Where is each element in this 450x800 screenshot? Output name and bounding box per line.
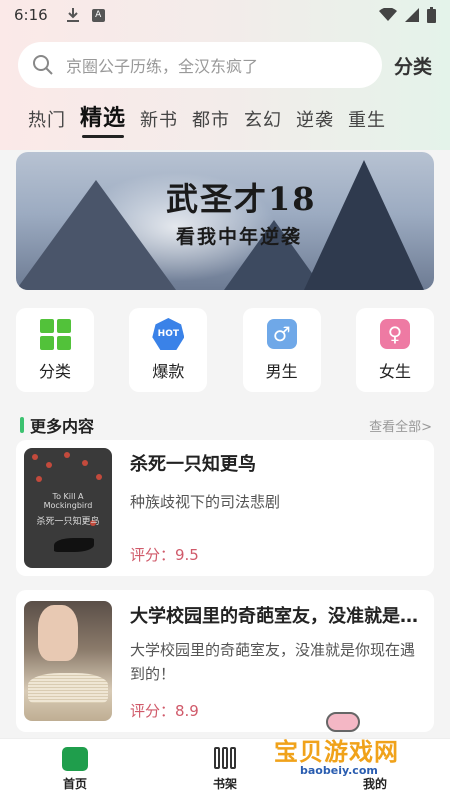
category-button-female[interactable]: ♀ 女生 [355, 308, 434, 392]
wifi-icon [379, 8, 397, 21]
book-description: 大学校园里的奇葩室友，没准就是你现在遇到的！ [130, 641, 416, 683]
section-header: 更多内容 查看全部> [20, 414, 432, 436]
search-row: 京圈公子历练，全汉东疯了 分类 [18, 42, 438, 88]
section-accent-bar [20, 417, 24, 433]
profile-icon [362, 747, 388, 771]
status-bar: 6:16 A [0, 0, 450, 30]
tab-rebirth[interactable]: 重生 [348, 106, 386, 132]
view-all-link[interactable]: 查看全部> [369, 416, 432, 435]
book-score: 评分：9.5 [130, 546, 199, 564]
category-label: 男生 [265, 362, 298, 381]
tab-new-books[interactable]: 新书 [140, 106, 178, 132]
section-title: 更多内容 [30, 417, 95, 436]
nav-label: 我的 [362, 777, 387, 791]
home-icon [62, 747, 88, 771]
banner-title: 武圣才18 [166, 180, 317, 218]
book-score: 评分：8.9 [130, 702, 199, 720]
category-button-all[interactable]: 分类 [16, 308, 94, 392]
nav-bookshelf[interactable]: 书架 [185, 747, 265, 792]
nav-label: 书架 [212, 777, 237, 791]
category-button-hot[interactable]: HOT 爆款 [129, 308, 208, 392]
cover-book-pages [28, 673, 108, 703]
banner-pagoda [304, 160, 424, 290]
nav-home[interactable]: 首页 [35, 747, 115, 792]
nav-label: 首页 [62, 777, 87, 791]
battery-icon [427, 7, 436, 23]
app-notification-icon: A [91, 8, 105, 22]
search-icon [33, 55, 53, 75]
category-shortcuts: 分类 HOT 爆款 ♂ 男生 ♀ 女生 [16, 308, 434, 392]
bottom-navigation: 首页 书架 我的 [0, 738, 450, 800]
genre-tabs: 热门 精选 新书 都市 玄幻 逆袭 重生 [28, 100, 386, 138]
banner-subtitle: 看我中年逆袭 [176, 226, 303, 248]
book-title: 大学校园里的奇葩室友，没准就是你现在遇到的！ [130, 606, 426, 627]
book-cover [24, 601, 112, 721]
book-description: 种族歧视下的司法悲剧 [130, 493, 281, 511]
book-card[interactable]: 大学校园里的奇葩室友，没准就是你现在遇到的！ 大学校园里的奇葩室友，没准就是你现… [16, 590, 434, 732]
category-label: 爆款 [152, 362, 185, 381]
download-icon [66, 8, 79, 22]
tab-urban[interactable]: 都市 [192, 106, 230, 132]
female-icon: ♀ [379, 319, 410, 349]
male-icon: ♂ [266, 319, 297, 349]
category-label: 女生 [378, 362, 411, 381]
book-title: 杀死一只知更鸟 [130, 454, 256, 475]
bookshelf-icon [212, 747, 238, 771]
cover-person [38, 605, 78, 661]
cover-english-title: To Kill A Mockingbird [43, 492, 93, 510]
category-label: 分类 [38, 362, 71, 381]
book-cover: To Kill A Mockingbird 杀死一只知更鸟 [24, 448, 112, 568]
status-time: 6:16 [14, 6, 48, 24]
search-input[interactable]: 京圈公子历练，全汉东疯了 [18, 42, 382, 88]
book-card[interactable]: To Kill A Mockingbird 杀死一只知更鸟 杀死一只知更鸟 种族… [16, 440, 434, 576]
category-link[interactable]: 分类 [394, 52, 432, 79]
hot-icon: HOT [152, 318, 185, 350]
tab-fantasy[interactable]: 玄幻 [244, 106, 282, 132]
signal-icon [405, 8, 419, 22]
featured-banner[interactable]: 武圣才18 看我中年逆袭 [16, 152, 434, 290]
tab-comeback[interactable]: 逆袭 [296, 106, 334, 132]
search-placeholder: 京圈公子历练，全汉东疯了 [66, 57, 259, 76]
grid-icon [39, 318, 71, 350]
cover-chinese-title: 杀死一只知更鸟 [36, 517, 100, 527]
category-button-male[interactable]: ♂ 男生 [242, 308, 321, 392]
banner-mountain [16, 180, 176, 290]
tab-hot[interactable]: 热门 [28, 106, 66, 132]
nav-profile[interactable]: 我的 [335, 747, 415, 792]
tab-featured[interactable]: 精选 [80, 100, 126, 138]
bird-icon [54, 538, 94, 552]
